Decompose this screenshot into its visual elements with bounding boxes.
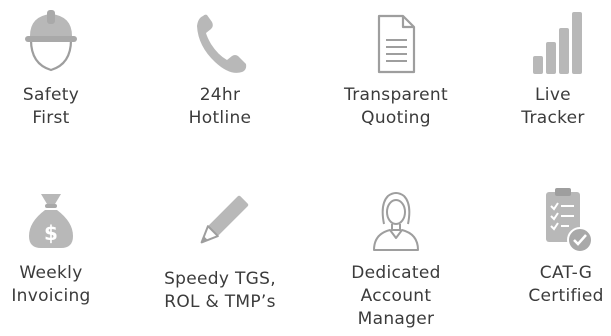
document-icon xyxy=(377,14,416,74)
feature-label: 24hr Hotline xyxy=(188,85,252,128)
feature-label: Dedicated Account Manager xyxy=(351,263,441,329)
feature-weekly-invoicing: $ Weekly Invoicing xyxy=(0,184,121,308)
feature-transparent-quoting: Transparent Quoting xyxy=(326,6,466,130)
bar-chart-icon xyxy=(533,12,582,74)
feature-speedy-tgs: Speedy TGS, ROL & TMP’s xyxy=(150,184,290,314)
money-bag-icon: $ xyxy=(29,194,73,248)
hard-hat-worker-icon xyxy=(25,10,77,72)
certified-checklist-icon xyxy=(546,188,593,253)
feature-label: Live Tracker xyxy=(521,85,585,128)
phone-icon xyxy=(197,14,247,73)
feature-live-tracker: Live Tracker xyxy=(483,6,611,130)
feature-dedicated-account-manager: Dedicated Account Manager xyxy=(326,184,466,331)
account-manager-icon xyxy=(373,192,419,251)
feature-label: Transparent Quoting xyxy=(344,85,448,128)
feature-label: Safety First xyxy=(22,85,80,128)
svg-text:$: $ xyxy=(44,221,58,245)
feature-label: CAT-G Certified xyxy=(528,263,604,306)
feature-label: Weekly Invoicing xyxy=(11,263,91,306)
feature-24hr-hotline: 24hr Hotline xyxy=(150,6,290,130)
feature-label: Speedy TGS, ROL & TMP’s xyxy=(164,269,276,312)
feature-safety-first: Safety First xyxy=(0,6,121,130)
feature-cat-g-certified: CAT-G Certified xyxy=(496,184,611,308)
pencil-icon xyxy=(200,195,249,244)
